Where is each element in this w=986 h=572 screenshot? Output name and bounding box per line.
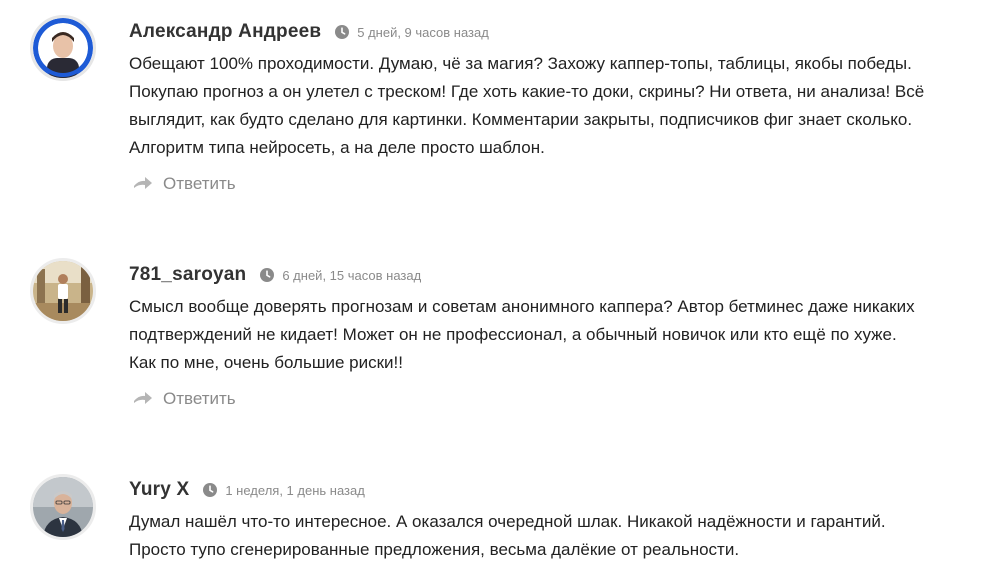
avatar-image-man-suit (33, 477, 93, 537)
comment-text-line: Обещают 100% проходимости. Думаю, чё за … (129, 54, 912, 73)
comment-text: Обещают 100% проходимости. Думаю, чё за … (129, 50, 969, 162)
timestamp: 5 дней, 9 часов назад (357, 24, 489, 40)
comment-header: Yury X 1 неделя, 1 день назад (129, 479, 365, 501)
author-name[interactable]: Yury X (129, 479, 189, 501)
author-name[interactable]: 781_saroyan (129, 264, 246, 286)
reply-arrow-icon (134, 392, 152, 404)
reply-button[interactable]: Ответить (133, 174, 236, 194)
comment-text-line: Смысл вообще доверять прогнозам и совета… (129, 297, 915, 316)
comment-text-line: Алгоритм типа нейросеть, а на деле прост… (129, 138, 545, 157)
clock-icon (203, 483, 218, 497)
avatar-image-photo (33, 261, 93, 321)
avatar-image-man-blue-ring (33, 18, 93, 78)
comment-text-line: Покупаю прогноз а он улетел с треском! Г… (129, 82, 925, 101)
comment-text-line: Думал нашёл что-то интересное. А оказалс… (129, 512, 886, 531)
clock-icon (335, 25, 350, 39)
comment-text-line: Просто тупо сгенерированные предложения,… (129, 540, 740, 559)
reply-label: Ответить (163, 174, 236, 193)
comment-text: Смысл вообще доверять прогнозам и совета… (129, 293, 969, 377)
comment-text-line: выглядит, как будто сделано для картинки… (129, 110, 913, 129)
avatar[interactable] (30, 474, 96, 540)
comment-text-line: Как по мне, очень большие риски!! (129, 353, 403, 372)
avatar[interactable] (30, 258, 96, 324)
comment-header: 781_saroyan 6 дней, 15 часов назад (129, 264, 421, 286)
reply-label: Ответить (163, 389, 236, 408)
comment-text: Думал нашёл что-то интересное. А оказалс… (129, 508, 969, 564)
reply-arrow-icon (134, 177, 152, 189)
clock-icon (260, 268, 275, 282)
reply-button[interactable]: Ответить (133, 389, 236, 409)
author-name[interactable]: Александр Андреев (129, 21, 321, 43)
timestamp: 1 неделя, 1 день назад (225, 482, 365, 498)
comment-text-line: подтверждений не кидает! Может он не про… (129, 325, 897, 344)
timestamp: 6 дней, 15 часов назад (282, 267, 422, 283)
avatar[interactable] (30, 15, 96, 81)
comment-header: Александр Андреев 5 дней, 9 часов назад (129, 21, 489, 43)
